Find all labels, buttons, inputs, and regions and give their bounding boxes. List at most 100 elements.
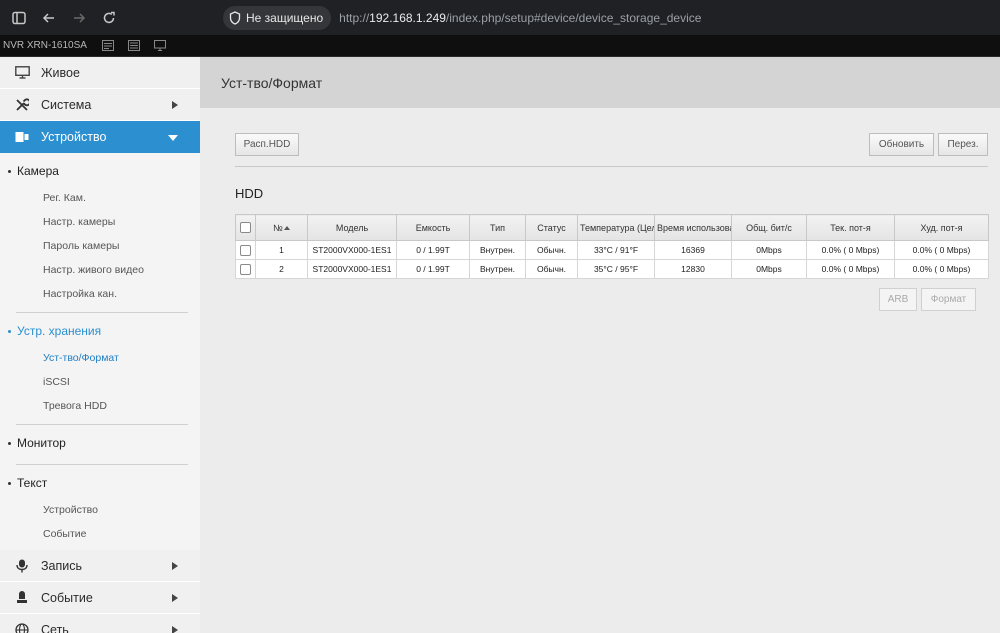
settings-list-icon[interactable] xyxy=(101,39,115,53)
table-header-row: № Модель Емкость Тип Статус Температура … xyxy=(235,214,989,241)
cell-total-bitrate: 0Mbps xyxy=(731,259,807,279)
cell-number: 1 xyxy=(255,240,308,260)
sidebar-item-live[interactable]: Живое xyxy=(0,57,200,89)
arb-button[interactable]: ARB xyxy=(879,288,917,311)
device-name: NVR XRN-1610SA xyxy=(3,40,87,51)
submenu-monitor[interactable]: Монитор xyxy=(0,428,200,458)
submenu-item-camera-register[interactable]: Рег. Кам. xyxy=(0,186,200,210)
sidebar: Живое Система Устройство Камера Рег. Кам… xyxy=(0,57,200,633)
submenu-item-text-device[interactable]: Устройство xyxy=(0,498,200,522)
submenu-storage[interactable]: Устр. хранения xyxy=(0,316,200,346)
network-icon xyxy=(14,622,30,633)
sidebar-item-system[interactable]: Система xyxy=(0,89,200,121)
column-header-total-bitrate: Общ. бит/с xyxy=(731,214,807,241)
device-submenu: Камера Рег. Кам. Настр. камеры Пароль ка… xyxy=(0,153,200,546)
cell-temperature: 35°C / 95°F xyxy=(577,259,655,279)
row-checkbox[interactable] xyxy=(235,259,256,279)
url-path: /index.php/setup#device/device_storage_d… xyxy=(445,10,702,25)
toolbar: Расп.HDD Обновить Перез. xyxy=(235,133,988,156)
chevron-right-icon xyxy=(172,626,178,633)
forward-arrow-icon[interactable] xyxy=(65,4,93,32)
column-header-model: Модель xyxy=(307,214,397,241)
submenu-item-text-event[interactable]: Событие xyxy=(0,522,200,546)
column-header-current-load: Тек. пот-я xyxy=(806,214,895,241)
hdd-info-button[interactable]: Расп.HDD xyxy=(235,133,299,156)
column-header-type: Тип xyxy=(469,214,526,241)
cell-model: ST2000VX000-1ES1 xyxy=(307,259,397,279)
row-checkbox[interactable] xyxy=(235,240,256,260)
refresh-button[interactable]: Обновить xyxy=(869,133,934,156)
table-row[interactable]: 1 ST2000VX000-1ES1 0 / 1.99T Внутрен. Об… xyxy=(235,240,989,260)
sidebar-item-event[interactable]: Событие xyxy=(0,582,200,614)
sidebar-item-network[interactable]: Сеть xyxy=(0,614,200,633)
main-content: Уст-тво/Формат Расп.HDD Обновить Перез. … xyxy=(200,57,1000,633)
cell-status: Обычн. xyxy=(525,259,578,279)
column-header-capacity: Емкость xyxy=(396,214,470,241)
sidebar-toggle-icon[interactable] xyxy=(5,4,33,32)
reload-icon[interactable] xyxy=(95,4,123,32)
reset-button[interactable]: Перез. xyxy=(938,133,988,156)
event-icon xyxy=(14,590,30,606)
device-header: NVR XRN-1610SA xyxy=(0,35,1000,57)
table-row[interactable]: 2 ST2000VX000-1ES1 0 / 1.99T Внутрен. Об… xyxy=(235,259,989,279)
tools-icon xyxy=(14,97,30,113)
submenu-text[interactable]: Текст xyxy=(0,468,200,498)
sidebar-item-record[interactable]: Запись xyxy=(0,550,200,582)
cell-type: Внутрен. xyxy=(469,259,526,279)
page-title: Уст-тво/Формат xyxy=(200,57,1000,108)
column-header-usage-time: Время использова xyxy=(654,214,732,241)
sidebar-item-device[interactable]: Устройство xyxy=(0,121,200,153)
chevron-right-icon xyxy=(172,562,178,570)
cell-worst-load: 0.0% ( 0 Mbps) xyxy=(894,259,989,279)
url-host: 192.168.1.249 xyxy=(369,10,446,25)
column-header-number[interactable]: № xyxy=(255,214,308,241)
cell-current-load: 0.0% ( 0 Mbps) xyxy=(806,259,895,279)
submenu-item-live-video-settings[interactable]: Настр. живого видео xyxy=(0,258,200,282)
cell-usage-time: 16369 xyxy=(654,240,732,260)
divider xyxy=(16,312,188,313)
submenu-item-hdd-alarm[interactable]: Тревога HDD xyxy=(0,394,200,418)
submenu-item-channel-settings[interactable]: Настройка кан. xyxy=(0,282,200,306)
cell-total-bitrate: 0Mbps xyxy=(731,240,807,260)
divider xyxy=(16,464,188,465)
cell-status: Обычн. xyxy=(525,240,578,260)
hdd-section-title: HDD xyxy=(235,186,264,201)
divider xyxy=(235,166,988,167)
browser-toolbar: Не защищено http://192.168.1.249/index.p… xyxy=(0,0,1000,35)
format-button[interactable]: Формат xyxy=(921,288,976,311)
cell-capacity: 0 / 1.99T xyxy=(396,259,470,279)
back-arrow-icon[interactable] xyxy=(35,4,63,32)
device-icon xyxy=(14,129,30,145)
playback-list-icon[interactable] xyxy=(127,39,141,53)
security-indicator[interactable]: Не защищено xyxy=(223,5,332,30)
cell-model: ST2000VX000-1ES1 xyxy=(307,240,397,260)
column-header-worst-load: Худ. пот-я xyxy=(894,214,989,241)
submenu-camera[interactable]: Камера xyxy=(0,156,200,186)
chevron-right-icon xyxy=(172,594,178,602)
cell-usage-time: 12830 xyxy=(654,259,732,279)
column-header-status: Статус xyxy=(525,214,578,241)
live-monitor-icon[interactable] xyxy=(153,39,167,53)
hdd-table: № Модель Емкость Тип Статус Температура … xyxy=(235,214,989,279)
table-actions: ARB Формат xyxy=(788,288,988,311)
chevron-down-icon xyxy=(168,135,178,141)
cell-type: Внутрен. xyxy=(469,240,526,260)
cell-current-load: 0.0% ( 0 Mbps) xyxy=(806,240,895,260)
record-icon xyxy=(14,558,30,574)
cell-worst-load: 0.0% ( 0 Mbps) xyxy=(894,240,989,260)
submenu-item-iscsi[interactable]: iSCSI xyxy=(0,370,200,394)
chevron-right-icon xyxy=(172,101,178,109)
cell-number: 2 xyxy=(255,259,308,279)
submenu-item-camera-password[interactable]: Пароль камеры xyxy=(0,234,200,258)
cell-capacity: 0 / 1.99T xyxy=(396,240,470,260)
submenu-item-device-format[interactable]: Уст-тво/Формат xyxy=(0,346,200,370)
divider xyxy=(16,424,188,425)
monitor-icon xyxy=(14,65,30,81)
submenu-item-camera-settings[interactable]: Настр. камеры xyxy=(0,210,200,234)
sort-up-icon xyxy=(283,226,290,231)
select-all-checkbox[interactable] xyxy=(235,214,256,241)
address-bar[interactable]: http://192.168.1.249/index.php/setup#dev… xyxy=(339,11,701,25)
shield-warning-icon xyxy=(229,10,241,25)
column-header-temperature: Температура (Цел xyxy=(577,214,655,241)
security-label: Не защищено xyxy=(246,10,324,25)
